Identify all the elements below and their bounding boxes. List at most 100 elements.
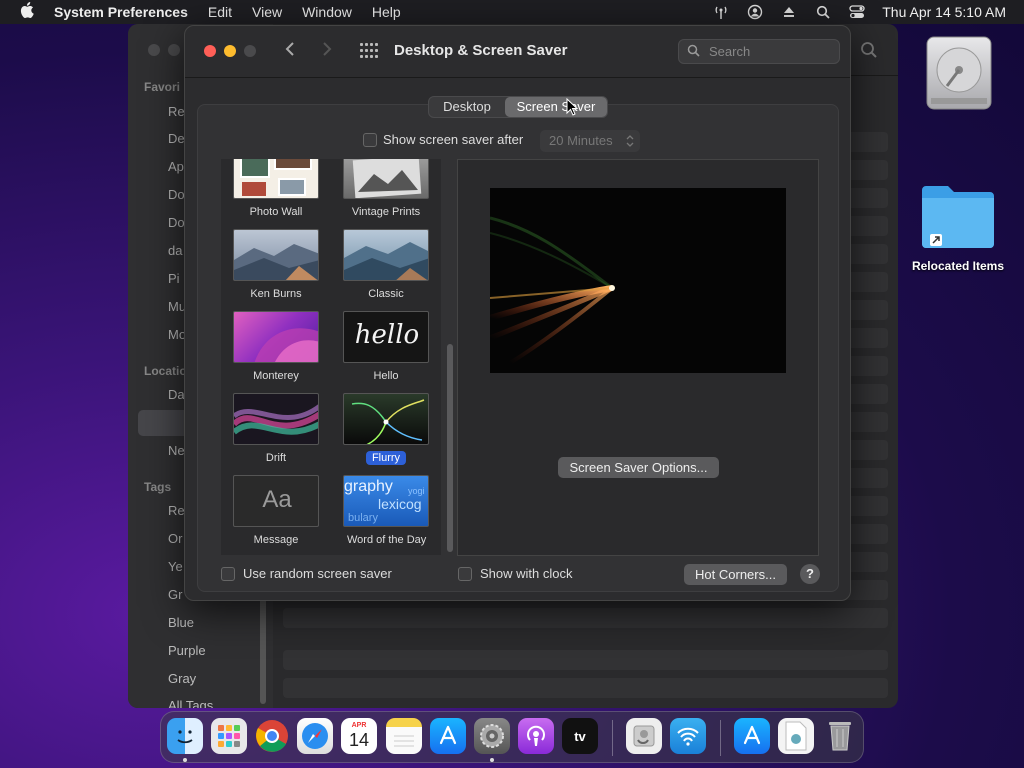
screen-saver-list: Photo Wall Vintage Prints Ken Burns Clas… (221, 159, 441, 555)
trash-dock-icon[interactable] (822, 718, 858, 754)
podcasts-dock-icon[interactable] (518, 718, 554, 754)
forward-arrow-icon[interactable] (322, 40, 332, 63)
app-store-dock-icon[interactable] (430, 718, 466, 754)
search-input[interactable]: Search (678, 39, 840, 64)
ken-burns-thumbnail (233, 229, 319, 281)
chrome-dock-icon[interactable] (254, 718, 290, 754)
system-preferences-running-dot (490, 758, 494, 762)
saver-drift[interactable]: Drift (231, 393, 321, 466)
saver-word-of-the-day[interactable]: graphy yogi lexicog bulary Word of the D… (341, 475, 431, 548)
dock-separator (612, 720, 613, 756)
menu-window[interactable]: Window (302, 4, 352, 20)
sidebar-item[interactable]: Ne (168, 443, 185, 458)
sidebar-tag[interactable]: All Tags... (168, 698, 224, 708)
apple-menu-icon[interactable] (14, 2, 40, 22)
spotlight-search-icon[interactable] (814, 4, 832, 20)
show-after-checkbox[interactable] (363, 132, 377, 147)
menu-edit[interactable]: Edit (208, 4, 232, 20)
flurry-preview (490, 188, 786, 373)
calendar-dock-icon[interactable]: APR 14 (341, 718, 377, 754)
monterey-thumbnail (233, 311, 319, 363)
system-preferences-dock-icon[interactable] (474, 718, 510, 754)
window-title: Desktop & Screen Saver (394, 42, 568, 59)
sidebar-item[interactable]: Pi (168, 271, 180, 286)
window-titlebar: Desktop & Screen Saver Search (185, 26, 850, 78)
saver-photo-wall[interactable]: Photo Wall (231, 159, 321, 220)
saver-hello[interactable]: hello Hello (341, 311, 431, 384)
show-after-label: Show screen saver after (383, 132, 524, 147)
random-saver-checkbox[interactable] (221, 566, 235, 581)
finder-minimize-button[interactable] (168, 44, 180, 56)
saver-flurry[interactable]: Flurry (341, 393, 431, 466)
minutes-select[interactable]: 20 Minutes (540, 130, 640, 152)
apple-tv-label: tv (574, 728, 586, 744)
sidebar-tag[interactable]: Ye (168, 559, 183, 574)
hard-drive-desktop-icon[interactable] (918, 34, 1000, 119)
finder-dock-icon[interactable] (167, 718, 203, 754)
hello-thumbnail: hello (343, 311, 429, 363)
app-store-installer-dock-icon[interactable] (734, 718, 770, 754)
antenna-icon[interactable] (712, 4, 730, 20)
sidebar-tag[interactable]: Gr (168, 587, 182, 602)
tab-screen-saver[interactable]: Screen Saver (505, 97, 607, 117)
eject-icon[interactable] (780, 4, 798, 20)
saver-vintage-prints[interactable]: Vintage Prints (341, 159, 431, 220)
menu-clock[interactable]: Thu Apr 14 5:10 AM (882, 4, 1006, 20)
show-all-grid-icon[interactable] (360, 43, 378, 59)
wireless-diagnostics-dock-icon[interactable] (670, 718, 706, 754)
user-icon[interactable] (746, 4, 764, 20)
finder-close-button[interactable] (148, 44, 160, 56)
saver-monterey[interactable]: Monterey (231, 311, 321, 384)
sidebar-tag[interactable]: Blue (168, 615, 194, 630)
drift-thumbnail (233, 393, 319, 445)
sidebar-tag[interactable]: Re (168, 503, 185, 518)
menu-help[interactable]: Help (372, 4, 401, 20)
relocated-items-folder[interactable]: Relocated Items (903, 178, 1013, 273)
sidebar-item[interactable]: Do (168, 215, 185, 230)
document-dock-icon[interactable] (778, 718, 814, 754)
notes-dock-icon[interactable] (386, 718, 422, 754)
tab-desktop[interactable]: Desktop (429, 97, 505, 117)
saver-label: Vintage Prints (351, 206, 421, 218)
zoom-button[interactable] (244, 45, 256, 57)
show-clock-row: Show with clock (458, 566, 572, 581)
saver-label: Photo Wall (249, 206, 303, 218)
hot-corners-button[interactable]: Hot Corners... (684, 564, 787, 585)
search-placeholder: Search (709, 44, 751, 59)
saver-classic[interactable]: Classic (341, 229, 431, 302)
saver-list-scrollbar[interactable] (447, 344, 453, 552)
minimize-button[interactable] (224, 45, 236, 57)
launchpad-dock-icon[interactable] (211, 718, 247, 754)
safari-dock-icon[interactable] (297, 718, 333, 754)
apple-tv-dock-icon[interactable]: tv (562, 718, 598, 754)
sidebar-header-favorites: Favori (144, 80, 181, 94)
random-saver-label: Use random screen saver (243, 566, 392, 581)
close-button[interactable] (204, 45, 216, 57)
saver-message[interactable]: Aa Message (231, 475, 321, 548)
sidebar-tag[interactable]: Purple (168, 643, 206, 658)
saver-ken-burns[interactable]: Ken Burns (231, 229, 321, 302)
sidebar-item[interactable]: Ap (168, 159, 184, 174)
finder-search-icon[interactable] (860, 41, 878, 64)
control-center-icon[interactable] (848, 4, 866, 20)
sidebar-item[interactable]: Do (168, 187, 185, 202)
desktop-screen-saver-window: Desktop & Screen Saver Search Desktop Sc… (184, 25, 851, 601)
hard-drive-icon (926, 36, 992, 110)
sidebar-item[interactable]: De (168, 131, 185, 146)
sidebar-tag[interactable]: Gray (168, 671, 196, 686)
dock: APR 14 tv (160, 711, 864, 763)
menu-app-name[interactable]: System Preferences (54, 4, 188, 20)
sidebar-item[interactable]: Da (168, 387, 185, 402)
sidebar-header-locations: Locatio (144, 364, 187, 378)
sidebar-tag[interactable]: Or (168, 531, 182, 546)
saver-label-selected: Flurry (365, 451, 407, 465)
screen-saver-options-button[interactable]: Screen Saver Options... (558, 457, 719, 478)
sidebar-item[interactable]: Re (168, 104, 185, 119)
show-clock-checkbox[interactable] (458, 566, 472, 581)
disk-utility-dock-icon[interactable] (626, 718, 662, 754)
help-button[interactable]: ? (800, 564, 820, 584)
sidebar-item[interactable]: da (168, 243, 182, 258)
word-text: bulary (348, 512, 378, 524)
menu-view[interactable]: View (252, 4, 282, 20)
back-arrow-icon[interactable] (285, 40, 295, 63)
